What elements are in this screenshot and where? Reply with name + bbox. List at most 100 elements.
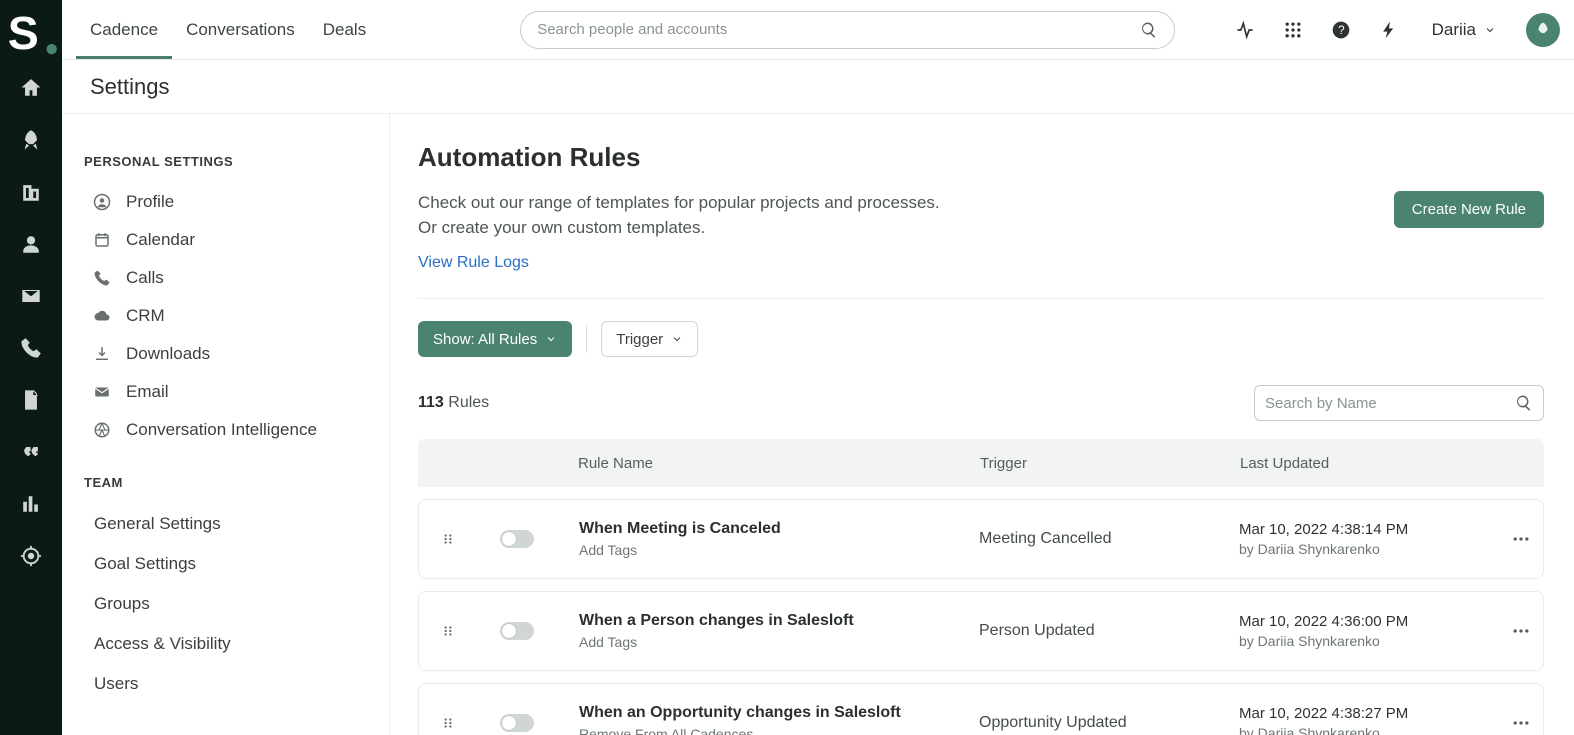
rules-table: Rule Name Trigger Last Updated When Meet… <box>418 439 1544 735</box>
sidebar-item-calendar[interactable]: Calendar <box>84 221 379 259</box>
rule-count: 113 Rules <box>418 394 489 412</box>
rule-trigger: Person Updated <box>979 622 1239 640</box>
table-row[interactable]: When a Person changes in Salesloft Add T… <box>418 591 1544 671</box>
help-icon[interactable]: ? <box>1328 17 1354 43</box>
main-content: Automation Rules Check out our range of … <box>390 114 1574 735</box>
rule-toggle[interactable] <box>500 530 534 548</box>
rail-note-icon[interactable] <box>0 374 62 426</box>
th-trigger: Trigger <box>980 455 1240 472</box>
divider <box>418 298 1544 299</box>
rule-count-number: 113 <box>418 394 444 411</box>
search-rules-input[interactable] <box>1265 395 1515 412</box>
cloud-icon <box>92 306 112 326</box>
rule-toggle[interactable] <box>500 714 534 732</box>
sidebar-item-goal-settings[interactable]: Goal Settings <box>84 544 379 584</box>
sidebar-item-label: Calls <box>126 268 164 288</box>
topbar: Cadence Conversations Deals ? Dariia <box>62 0 1574 60</box>
drag-handle-icon[interactable] <box>419 716 477 730</box>
rule-action: Remove From All Cadences <box>579 726 979 735</box>
sidebar-item-groups[interactable]: Groups <box>84 584 379 624</box>
drag-handle-icon[interactable] <box>419 624 477 638</box>
top-tabs: Cadence Conversations Deals <box>76 0 380 59</box>
sidebar-item-label: Conversation Intelligence <box>126 420 317 440</box>
aperture-icon <box>92 420 112 440</box>
view-rule-logs-link[interactable]: View Rule Logs <box>418 254 529 272</box>
th-rule-name: Rule Name <box>556 455 980 472</box>
sidebar-item-downloads[interactable]: Downloads <box>84 335 379 373</box>
search-icon <box>1515 394 1533 412</box>
row-more-icon[interactable] <box>1499 621 1543 641</box>
filters: Show: All Rules Trigger <box>418 321 1544 357</box>
rail-phone-icon[interactable] <box>0 322 62 374</box>
rail-mail-icon[interactable] <box>0 270 62 322</box>
search-icon <box>1140 21 1158 39</box>
rail-rocket-icon[interactable] <box>0 114 62 166</box>
search-input[interactable] <box>537 21 1140 38</box>
rail-quotes-icon[interactable] <box>0 426 62 478</box>
main-title: Automation Rules <box>418 142 1544 173</box>
rail-analytics-icon[interactable] <box>0 478 62 530</box>
chevron-down-icon <box>545 333 557 345</box>
rail-person-icon[interactable] <box>0 218 62 270</box>
row-more-icon[interactable] <box>1499 529 1543 549</box>
section-team-label: TEAM <box>84 475 379 490</box>
tab-conversations[interactable]: Conversations <box>172 0 309 59</box>
activity-icon[interactable] <box>1232 17 1258 43</box>
tab-cadence[interactable]: Cadence <box>76 0 172 59</box>
sidebar-item-profile[interactable]: Profile <box>84 183 379 221</box>
page-title: Settings <box>90 74 170 100</box>
sidebar-item-label: Calendar <box>126 230 195 250</box>
th-last-updated: Last Updated <box>1240 455 1500 472</box>
brand-logo[interactable]: S <box>0 0 62 62</box>
tab-deals[interactable]: Deals <box>309 0 380 59</box>
sidebar-item-label: Profile <box>126 192 174 212</box>
table-row[interactable]: When an Opportunity changes in Salesloft… <box>418 683 1544 735</box>
sidebar-item-crm[interactable]: CRM <box>84 297 379 335</box>
row-more-icon[interactable] <box>1499 713 1543 733</box>
rule-toggle[interactable] <box>500 622 534 640</box>
rail-home-icon[interactable] <box>0 62 62 114</box>
rule-updated-date: Mar 10, 2022 4:38:14 PM <box>1239 521 1499 538</box>
tab-cadence-label: Cadence <box>90 20 158 40</box>
calendar-icon <box>92 230 112 250</box>
avatar[interactable] <box>1526 13 1560 47</box>
rule-updated-date: Mar 10, 2022 4:36:00 PM <box>1239 613 1499 630</box>
sidebar-item-calls[interactable]: Calls <box>84 259 379 297</box>
page-header: Settings <box>62 60 1574 114</box>
sidebar-item-conversation-intelligence[interactable]: Conversation Intelligence <box>84 411 379 449</box>
rule-updated-by: by Dariia Shynkarenko <box>1239 541 1499 557</box>
rail-building-icon[interactable] <box>0 166 62 218</box>
rail-target-icon[interactable] <box>0 530 62 582</box>
table-row[interactable]: When Meeting is Canceled Add Tags Meetin… <box>418 499 1544 579</box>
person-circle-icon <box>92 192 112 212</box>
sidebar-item-email[interactable]: Email <box>84 373 379 411</box>
download-icon <box>92 344 112 364</box>
global-search[interactable] <box>520 11 1175 49</box>
user-menu[interactable]: Dariia <box>1424 16 1504 44</box>
sidebar-item-users[interactable]: Users <box>84 664 379 704</box>
trigger-filter[interactable]: Trigger <box>601 321 698 357</box>
sidebar-item-general-settings[interactable]: General Settings <box>84 504 379 544</box>
search-rules[interactable] <box>1254 385 1544 421</box>
rule-title: When an Opportunity changes in Salesloft <box>579 704 979 722</box>
svg-text:S: S <box>8 7 39 59</box>
apps-grid-icon[interactable] <box>1280 17 1306 43</box>
sidebar-item-access[interactable]: Access & Visibility <box>84 624 379 664</box>
main-desc-1: Check out our range of templates for pop… <box>418 191 940 216</box>
rule-trigger: Meeting Cancelled <box>979 530 1239 548</box>
sidebar-item-label: Downloads <box>126 344 210 364</box>
drag-handle-icon[interactable] <box>419 532 477 546</box>
bolt-icon[interactable] <box>1376 17 1402 43</box>
tab-deals-label: Deals <box>323 20 366 40</box>
rule-action: Add Tags <box>579 634 979 650</box>
create-new-rule-button[interactable]: Create New Rule <box>1394 191 1544 228</box>
trigger-filter-label: Trigger <box>616 331 663 348</box>
phone-icon <box>92 268 112 288</box>
user-name: Dariia <box>1432 20 1476 40</box>
rule-updated-date: Mar 10, 2022 4:38:27 PM <box>1239 705 1499 722</box>
settings-sidebar: PERSONAL SETTINGS Profile Calendar Calls… <box>62 114 390 735</box>
show-filter[interactable]: Show: All Rules <box>418 321 572 357</box>
show-filter-label: Show: All Rules <box>433 331 537 348</box>
rule-title: When a Person changes in Salesloft <box>579 612 979 630</box>
rule-count-label: Rules <box>444 394 489 411</box>
